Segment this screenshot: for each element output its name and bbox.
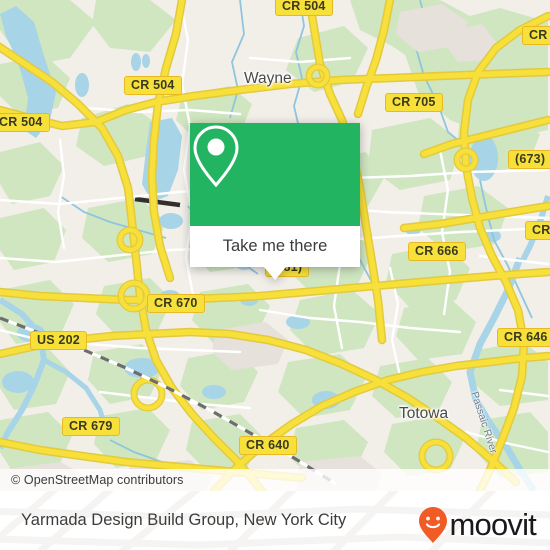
road-shield: (673) bbox=[508, 150, 550, 169]
road-shield: CR 6 bbox=[522, 26, 550, 45]
road-shield: CR 6 bbox=[525, 221, 550, 240]
map-canvas[interactable]: CR 504 CR 504 CR 504 CR 705 CR 6 (673) C… bbox=[0, 0, 550, 491]
road-shield: CR 504 bbox=[275, 0, 333, 16]
moovit-wordmark: moovit bbox=[449, 507, 536, 542]
location-pin-icon bbox=[193, 125, 239, 188]
map-screenshot: CR 504 CR 504 CR 504 CR 705 CR 6 (673) C… bbox=[0, 0, 550, 550]
attribution-text: © OpenStreetMap contributors bbox=[11, 473, 184, 487]
page-title: Yarmada Design Build Group, New York Cit… bbox=[21, 511, 347, 529]
place-label-wayne: Wayne bbox=[244, 70, 292, 87]
road-shield: CR 670 bbox=[147, 294, 205, 313]
road-shield: US 202 bbox=[30, 331, 87, 350]
road-shield: CR 679 bbox=[62, 417, 120, 436]
road-shield: CR 504 bbox=[0, 113, 50, 132]
place-label-totowa: Totowa bbox=[399, 405, 449, 422]
popup-pointer-tail bbox=[264, 267, 286, 280]
road-shield: CR 666 bbox=[408, 242, 466, 261]
road-shield: CR 504 bbox=[124, 76, 182, 95]
footer-bar: Yarmada Design Build Group, New York Cit… bbox=[0, 491, 550, 550]
road-shield: CR 640 bbox=[239, 436, 297, 455]
take-me-there-button[interactable]: Take me there bbox=[190, 226, 360, 267]
moovit-brand[interactable]: moovit bbox=[418, 506, 537, 544]
road-shield: CR 705 bbox=[385, 93, 443, 112]
popup-image-placeholder bbox=[190, 123, 360, 226]
location-popup-card[interactable]: Take me there bbox=[190, 123, 360, 280]
moovit-pin-icon bbox=[419, 506, 448, 543]
map-attribution: © OpenStreetMap contributors bbox=[0, 469, 550, 491]
road-shield: CR 646 bbox=[497, 328, 550, 347]
